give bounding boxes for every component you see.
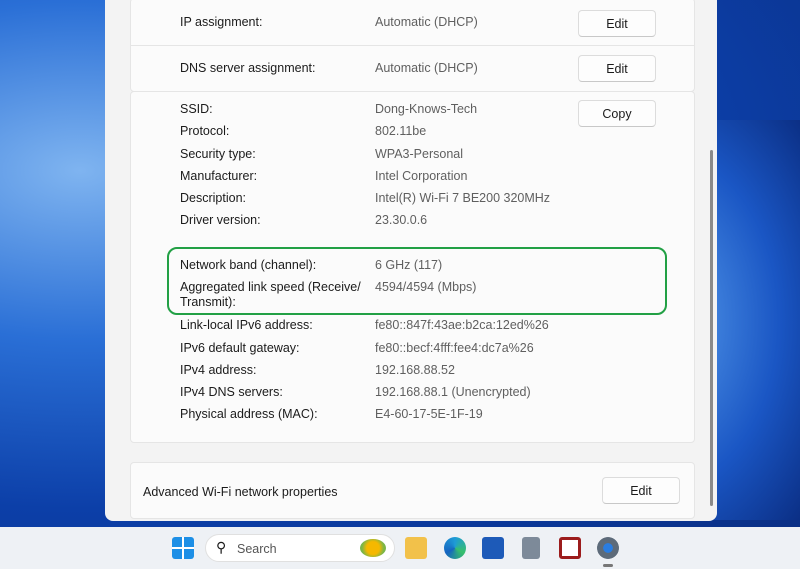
- property-label: Link-local IPv6 address:: [180, 318, 313, 332]
- highlight-box: [167, 247, 667, 315]
- property-value: Intel(R) Wi-Fi 7 BE200 320MHz: [375, 191, 551, 205]
- property-label: Security type:: [180, 147, 256, 161]
- advanced-edit-button[interactable]: Edit: [602, 477, 680, 504]
- property-value: E4-60-17-5E-1F-19: [375, 407, 483, 421]
- property-label: Physical address (MAC):: [180, 407, 318, 421]
- property-label: Description:: [180, 191, 246, 205]
- copy-button[interactable]: Copy: [578, 100, 656, 127]
- file-explorer-icon[interactable]: [405, 537, 427, 559]
- ip-assignment-value: Automatic (DHCP): [375, 15, 478, 29]
- property-value: 802.11be: [375, 124, 427, 138]
- settings-icon[interactable]: [597, 537, 619, 559]
- dns-assignment-label: DNS server assignment:: [180, 61, 316, 75]
- property-label: IPv4 address:: [180, 363, 257, 377]
- property-value: fe80::becf:4fff:fee4:dc7a%26: [375, 341, 534, 355]
- property-label: SSID:: [180, 102, 213, 116]
- scrollbar[interactable]: [710, 150, 713, 506]
- property-label: IPv6 default gateway:: [180, 341, 300, 355]
- property-value: 23.30.0.6: [375, 213, 428, 227]
- settings-window: IP assignment: Automatic (DHCP) Edit DNS…: [105, 0, 717, 521]
- edge-icon[interactable]: [444, 537, 466, 559]
- taskbar: ⚲ Search: [0, 527, 800, 569]
- clock-icon[interactable]: [559, 537, 581, 559]
- property-value: WPA3-Personal: [375, 147, 463, 161]
- active-indicator: [603, 564, 613, 567]
- start-icon[interactable]: [172, 537, 194, 559]
- ip-assignment-edit-button[interactable]: Edit: [578, 10, 656, 37]
- property-value: 192.168.88.1 (Unencrypted): [375, 385, 531, 399]
- property-label: Protocol:: [180, 124, 230, 138]
- advanced-properties-label: Advanced Wi-Fi network properties: [143, 485, 338, 499]
- property-label: Driver version:: [180, 213, 261, 227]
- property-value: fe80::847f:43ae:b2ca:12ed%26: [375, 318, 549, 332]
- property-value: 192.168.88.52: [375, 363, 455, 377]
- flowers-icon: [360, 539, 386, 557]
- search-placeholder: Search: [237, 542, 277, 556]
- search-icon: ⚲: [216, 539, 227, 555]
- property-value: Intel Corporation: [375, 169, 468, 183]
- store-icon[interactable]: [482, 537, 504, 559]
- divider: [130, 45, 695, 46]
- dns-assignment-edit-button[interactable]: Edit: [578, 55, 656, 82]
- property-label: IPv4 DNS servers:: [180, 385, 283, 399]
- calculator-icon[interactable]: [522, 537, 540, 559]
- ip-assignment-label: IP assignment:: [180, 15, 263, 29]
- property-label: Manufacturer:: [180, 169, 258, 183]
- dns-assignment-value: Automatic (DHCP): [375, 61, 478, 75]
- property-value: Dong-Knows-Tech: [375, 102, 478, 116]
- search-box[interactable]: ⚲ Search: [205, 534, 395, 562]
